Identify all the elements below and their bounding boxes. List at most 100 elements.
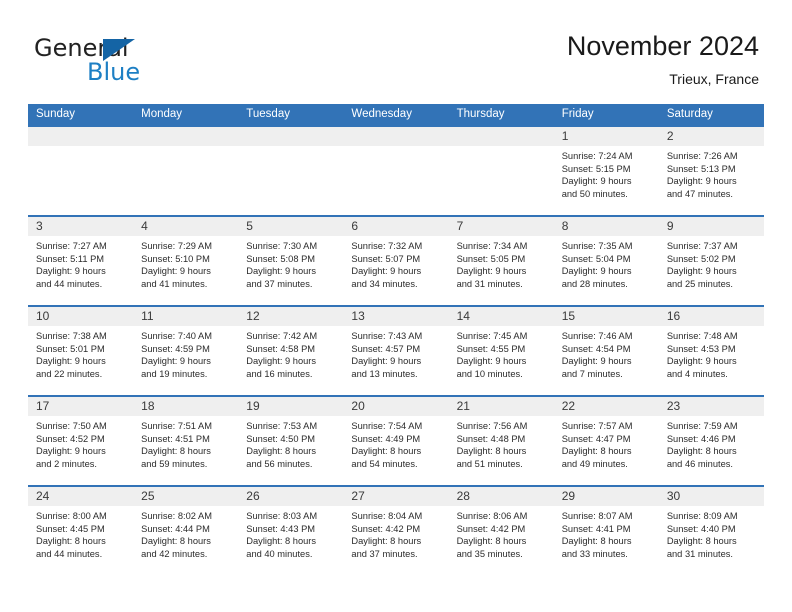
daylight-text-line1: Daylight: 9 hours — [36, 266, 106, 277]
day-number-band: 9 — [658, 217, 764, 236]
calendar-day-cell-empty — [238, 127, 344, 215]
calendar-day-cell[interactable]: 3 Sunrise: 7:27 AM Sunset: 5:11 PM Daylight… — [28, 217, 134, 305]
calendar-day-cell[interactable]: 4 Sunrise: 7:29 AM Sunset: 5:10 PM Daylight… — [133, 217, 239, 305]
sunset-text: Sunset: 5:05 PM — [456, 253, 526, 264]
calendar-day-cell[interactable]: 23 Sunrise: 7:59 AM Sunset: 4:46 PM Dayligh… — [658, 397, 764, 485]
calendar-day-cell[interactable]: 20 Sunrise: 7:54 AM Sunset: 4:49 PM Dayligh… — [343, 397, 449, 485]
calendar-day-cell[interactable]: 21 Sunrise: 7:56 AM Sunset: 4:48 PM Dayligh… — [448, 397, 554, 485]
daylight-text-line2: and 37 minutes. — [246, 278, 313, 289]
day-number: 8 — [561, 219, 569, 233]
day-number-band: 30 — [658, 487, 764, 506]
sunset-text: Sunset: 4:51 PM — [141, 433, 210, 444]
day-number: 21 — [456, 399, 470, 413]
sunrise-text: Sunrise: 7:24 AM — [561, 151, 633, 161]
calendar-day-cell[interactable]: 15 Sunrise: 7:46 AM Sunset: 4:54 PM Dayligh… — [553, 307, 659, 395]
calendar-day-cell[interactable]: 18 Sunrise: 7:51 AM Sunset: 4:51 PM Dayligh… — [133, 397, 239, 485]
daylight-text-line1: Daylight: 8 hours — [456, 446, 527, 457]
sunrise-text: Sunrise: 7:27 AM — [36, 241, 107, 251]
day-sun-info: Sunrise: 7:38 AM Sunset: 5:01 PM Daylight:… — [28, 326, 133, 380]
day-sun-info: Sunrise: 7:35 AM Sunset: 5:04 PM Daylight:… — [554, 236, 659, 290]
sunrise-text: Sunrise: 8:02 AM — [141, 511, 212, 521]
daylight-text-line1: Daylight: 8 hours — [141, 536, 211, 547]
day-number-band: 21 — [448, 397, 554, 416]
calendar-day-cell[interactable]: 24 Sunrise: 8:00 AM Sunset: 4:45 PM Dayligh… — [28, 487, 134, 575]
day-number-band: 7 — [448, 217, 554, 236]
day-number-band: 12 — [238, 307, 344, 326]
daylight-text-line2: and 41 minutes. — [141, 278, 208, 289]
day-number: 4 — [141, 219, 148, 233]
day-sun-info: Sunrise: 8:04 AM Sunset: 4:42 PM Daylight:… — [343, 506, 448, 560]
calendar-day-cell[interactable]: 16 Sunrise: 7:48 AM Sunset: 4:53 PM Dayligh… — [658, 307, 764, 395]
calendar-day-cell[interactable]: 26 Sunrise: 8:03 AM Sunset: 4:43 PM Dayligh… — [238, 487, 344, 575]
daylight-text-line1: Daylight: 9 hours — [36, 446, 106, 457]
daylight-text-line1: Daylight: 9 hours — [666, 176, 737, 187]
calendar-day-cell[interactable]: 10 Sunrise: 7:38 AM Sunset: 5:01 PM Dayligh… — [28, 307, 134, 395]
calendar-week-row: 1 Sunrise: 7:24 AM Sunset: 5:15 PM Daylight… — [28, 125, 764, 215]
day-number: 20 — [351, 399, 365, 413]
day-number-band — [28, 127, 134, 146]
calendar-day-cell[interactable]: 22 Sunrise: 7:57 AM Sunset: 4:47 PM Dayligh… — [553, 397, 659, 485]
calendar-day-cell[interactable]: 8 Sunrise: 7:35 AM Sunset: 5:04 PM Daylight… — [553, 217, 659, 305]
day-number: 13 — [351, 309, 365, 323]
day-number: 10 — [36, 309, 50, 323]
calendar-day-cell[interactable]: 27 Sunrise: 8:04 AM Sunset: 4:42 PM Dayligh… — [343, 487, 449, 575]
day-number-band: 19 — [238, 397, 344, 416]
day-number: 1 — [561, 129, 569, 143]
calendar-day-cell[interactable]: 9 Sunrise: 7:37 AM Sunset: 5:02 PM Daylight… — [658, 217, 764, 305]
day-sun-info: Sunrise: 7:56 AM Sunset: 4:48 PM Daylight:… — [449, 416, 554, 470]
day-number-band: 10 — [28, 307, 134, 326]
calendar-day-cell[interactable]: 11 Sunrise: 7:40 AM Sunset: 4:59 PM Dayligh… — [133, 307, 239, 395]
weekday-header-wednesday: Wednesday — [351, 108, 412, 120]
day-number-band: 6 — [343, 217, 449, 236]
day-number-band: 8 — [553, 217, 659, 236]
day-number-band: 27 — [343, 487, 449, 506]
day-number: 6 — [351, 219, 359, 233]
daylight-text-line2: and 54 minutes. — [351, 458, 418, 469]
daylight-text-line2: and 19 minutes. — [141, 368, 208, 379]
daylight-text-line2: and 7 minutes. — [561, 368, 623, 379]
day-sun-info: Sunrise: 7:50 AM Sunset: 4:52 PM Daylight:… — [28, 416, 133, 470]
calendar-day-cell[interactable]: 29 Sunrise: 8:07 AM Sunset: 4:41 PM Dayligh… — [553, 487, 659, 575]
calendar-day-cell[interactable]: 2 Sunrise: 7:26 AM Sunset: 5:13 PM Daylight… — [658, 127, 764, 215]
daylight-text-line1: Daylight: 8 hours — [561, 446, 632, 457]
daylight-text-line1: Daylight: 9 hours — [666, 266, 737, 277]
sunrise-text: Sunrise: 8:07 AM — [561, 511, 633, 521]
calendar-day-cell[interactable]: 25 Sunrise: 8:02 AM Sunset: 4:44 PM Dayligh… — [133, 487, 239, 575]
calendar-table: Sunday Monday Tuesday Wednesday Thursday… — [28, 104, 764, 575]
daylight-text-line1: Daylight: 9 hours — [561, 266, 632, 277]
daylight-text-line2: and 25 minutes. — [666, 278, 733, 289]
day-number: 14 — [456, 309, 470, 323]
daylight-text-line2: and 2 minutes. — [36, 458, 97, 469]
title-block: November 2024 Trieux, France — [567, 30, 759, 87]
day-number: 28 — [456, 489, 470, 503]
daylight-text-line1: Daylight: 9 hours — [246, 356, 317, 367]
sunrise-text: Sunrise: 8:03 AM — [246, 511, 318, 521]
calendar-day-cell[interactable]: 7 Sunrise: 7:34 AM Sunset: 5:05 PM Daylight… — [448, 217, 554, 305]
daylight-text-line2: and 35 minutes. — [456, 548, 523, 559]
weekday-header-sunday: Sunday — [36, 108, 76, 120]
calendar-day-cell[interactable]: 1 Sunrise: 7:24 AM Sunset: 5:15 PM Daylight… — [553, 127, 659, 215]
weekday-header-row: Sunday Monday Tuesday Wednesday Thursday… — [28, 104, 764, 125]
day-sun-info: Sunrise: 7:40 AM Sunset: 4:59 PM Daylight:… — [133, 326, 238, 380]
calendar-weeks: 1 Sunrise: 7:24 AM Sunset: 5:15 PM Daylight… — [28, 125, 764, 575]
day-number: 29 — [561, 489, 576, 503]
sunset-text: Sunset: 5:04 PM — [561, 253, 631, 264]
calendar-day-cell[interactable]: 13 Sunrise: 7:43 AM Sunset: 4:57 PM Dayligh… — [343, 307, 449, 395]
calendar-day-cell[interactable]: 28 Sunrise: 8:06 AM Sunset: 4:42 PM Dayligh… — [448, 487, 554, 575]
daylight-text-line2: and 50 minutes. — [561, 188, 628, 199]
day-sun-info: Sunrise: 7:30 AM Sunset: 5:08 PM Daylight:… — [238, 236, 343, 290]
daylight-text-line1: Daylight: 9 hours — [351, 356, 422, 367]
sunset-text: Sunset: 4:48 PM — [456, 433, 526, 444]
calendar-day-cell[interactable]: 6 Sunrise: 7:32 AM Sunset: 5:07 PM Daylight… — [343, 217, 449, 305]
day-number-band: 14 — [448, 307, 554, 326]
calendar-day-cell[interactable]: 30 Sunrise: 8:09 AM Sunset: 4:40 PM Dayligh… — [658, 487, 764, 575]
general-blue-logo[interactable]: General Blue — [34, 34, 214, 86]
sunset-text: Sunset: 4:41 PM — [561, 523, 631, 534]
sunrise-text: Sunrise: 7:54 AM — [351, 421, 423, 431]
calendar-day-cell[interactable]: 5 Sunrise: 7:30 AM Sunset: 5:08 PM Daylight… — [238, 217, 344, 305]
calendar-day-cell[interactable]: 17 Sunrise: 7:50 AM Sunset: 4:52 PM Dayligh… — [28, 397, 134, 485]
calendar-day-cell[interactable]: 19 Sunrise: 7:53 AM Sunset: 4:50 PM Dayligh… — [238, 397, 344, 485]
calendar-day-cell[interactable]: 12 Sunrise: 7:42 AM Sunset: 4:58 PM Dayligh… — [238, 307, 344, 395]
calendar-day-cell[interactable]: 14 Sunrise: 7:45 AM Sunset: 4:55 PM Dayligh… — [448, 307, 554, 395]
daylight-text-line2: and 4 minutes. — [666, 368, 728, 379]
